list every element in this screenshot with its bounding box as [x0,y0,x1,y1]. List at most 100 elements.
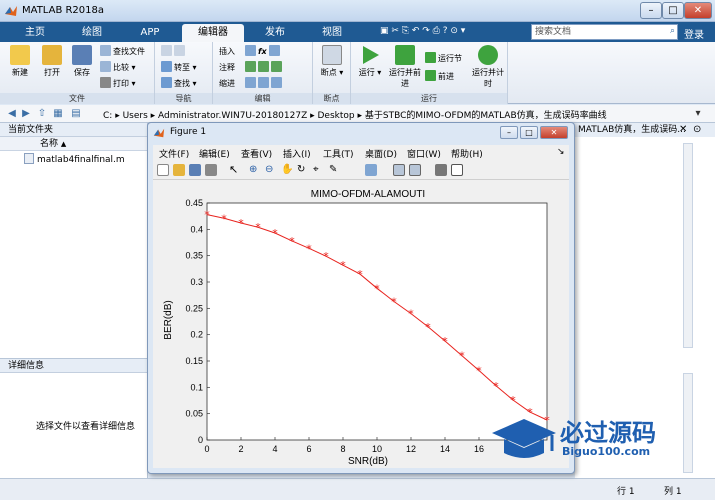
watermark-text: 必过源码 [560,419,656,447]
nav-back-forward[interactable] [161,45,187,58]
data-point-marker: * [493,380,499,393]
figure-close-button[interactable]: ✕ [540,126,568,139]
data-point-marker: * [408,308,414,321]
new-button[interactable]: 新建 [6,45,34,78]
list-item[interactable]: matlab4finalfinal.m [0,153,147,167]
figure-minimize-button[interactable]: – [500,126,518,139]
forward-icon[interactable]: ▶ [20,108,32,120]
x-tick-label: 2 [238,444,243,454]
path-admin[interactable]: Administrator.WIN7U-20180127Z [158,111,307,121]
find-files-button[interactable]: 查找文件 [100,45,145,58]
path-folder[interactable]: 基于STBC的MIMO-OFDM的MATLAB仿真，生成误码率曲线 [365,111,607,121]
path-c[interactable]: C: [103,111,112,121]
x-tick-label: 6 [306,444,311,454]
show-tools-icon[interactable] [451,164,463,176]
insert-icon [245,45,256,56]
search-input[interactable]: 搜索文档 [531,24,678,40]
quick-access-toolbar[interactable]: ▣ ✂ ⎘ ↶ ↷ ⎙ ? ⊙ ▾ [380,26,465,36]
figure-maximize-button[interactable]: □ [520,126,538,139]
menu-tools[interactable]: 工具(T) [323,147,354,160]
advance-button[interactable]: 前进 [425,70,454,83]
path-users[interactable]: Users [123,111,148,121]
compare-button[interactable]: 比较 ▾ [100,61,136,74]
compare-icon [100,61,111,72]
menu-insert[interactable]: 插入(I) [283,147,311,160]
uncomment-icon [258,61,269,72]
comment-button[interactable]: 注释 [219,61,235,74]
menu-edit[interactable]: 编辑(E) [199,147,230,160]
dropdown-icon[interactable]: ▾ [692,108,704,120]
indent-button[interactable]: 缩进 [219,77,235,90]
tab-apps[interactable]: APP [124,24,176,42]
comment-tools[interactable] [245,61,284,74]
run-section-button[interactable]: 运行节 [425,52,462,65]
tab-publish[interactable]: 发布 [250,24,300,42]
login-link[interactable]: 登录 [684,26,704,41]
insert-tools[interactable]: fx [245,45,282,58]
y-tick-label: 0.1 [190,382,203,392]
x-tick-label: 14 [440,444,450,454]
menu-window[interactable]: 窗口(W) [407,147,441,160]
data-cursor-icon[interactable]: ⌖ [313,164,325,176]
find-button[interactable]: 查找 ▾ [161,77,197,90]
path-desktop[interactable]: Desktop [318,111,355,121]
print-icon[interactable] [205,164,217,176]
goto-button[interactable]: 转至 ▾ [161,61,197,74]
up-folder-icon[interactable]: ⇧ [36,108,48,120]
open-button[interactable]: 打开 [38,45,66,78]
maximize-button[interactable]: □ [662,2,684,19]
plot-area [206,202,548,441]
breakpoints-button[interactable]: 断点 ▾ [317,45,347,78]
figure-toolbar: ↖ ⊕ ⊖ ✋ ↻ ⌖ ✎ [153,160,569,180]
close-button[interactable]: ✕ [684,2,712,19]
save-button[interactable]: 保存 [68,45,96,78]
data-point-marker: * [442,335,448,348]
y-tick-label: 0.2 [190,330,203,340]
zoom-in-icon[interactable]: ⊕ [249,164,261,176]
tab-editor[interactable]: 编辑器 [182,24,244,42]
run-group-label: 运行 [351,93,507,104]
back-icon[interactable]: ◀ [6,108,18,120]
zoom-out-icon[interactable]: ⊖ [265,164,277,176]
browse-folder-icon[interactable]: ▦ [52,108,64,120]
rotate-icon[interactable]: ↻ [297,164,309,176]
pointer-icon[interactable]: ↖ [229,164,241,176]
run-button[interactable]: 运行 ▾ [355,45,385,78]
chart-title: MIMO-OFDM-ALAMOUTI [311,189,425,200]
details-title: 详细信息 [0,359,147,373]
scrollbar[interactable] [683,143,693,348]
save-icon[interactable] [189,164,201,176]
run-time-button[interactable]: 运行并计时 [471,45,505,89]
brush-icon[interactable]: ✎ [329,164,341,176]
legend-icon[interactable] [409,164,421,176]
dock-icon[interactable]: ↘ [557,147,565,157]
data-point-marker: * [510,394,516,407]
new-figure-icon[interactable] [157,164,169,176]
open-icon[interactable] [173,164,185,176]
print-button[interactable]: 打印 ▾ [100,77,136,90]
column-header-name[interactable]: 名称 ▲ [0,137,147,151]
hide-tools-icon[interactable] [435,164,447,176]
indent-tools[interactable] [245,77,284,90]
figure-title-bar[interactable]: Figure 1 – □ ✕ [148,123,574,143]
menu-desktop[interactable]: 桌面(D) [365,147,397,160]
colorbar-icon[interactable] [393,164,405,176]
menu-help[interactable]: 帮助(H) [451,147,483,160]
y-tick-label: 0.3 [190,277,203,287]
data-point-marker: * [323,250,329,263]
insert-button[interactable]: 插入 [219,45,235,58]
link-plot-icon[interactable] [365,164,377,176]
close-icon[interactable]: ✕ [679,124,687,135]
menu-file[interactable]: 文件(F) [159,147,189,160]
run-advance-button[interactable]: 运行并前进 [389,45,421,89]
data-point-marker: * [306,242,312,255]
tab-view[interactable]: 视图 [306,24,358,42]
panel-menu-icon[interactable]: ⊙ [693,124,701,135]
tab-plots[interactable]: 绘图 [66,24,118,42]
minimize-button[interactable]: – [640,2,662,19]
tab-home[interactable]: 主页 [10,24,60,42]
status-col: 列 1 [664,487,682,497]
pan-icon[interactable]: ✋ [281,164,293,176]
menu-view[interactable]: 查看(V) [241,147,272,160]
search-icon[interactable]: ⌕ [670,26,675,36]
